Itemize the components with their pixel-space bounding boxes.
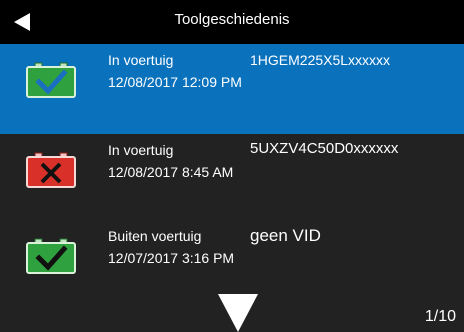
item-location: Buiten voertuig	[108, 228, 202, 244]
battery-check-icon	[26, 62, 76, 98]
item-location: In voertuig	[108, 52, 174, 68]
triangle-down-icon[interactable]	[218, 294, 258, 332]
footer-bar: 1/10	[0, 290, 464, 332]
item-datetime: 12/08/2017 12:09 PM	[108, 74, 242, 90]
page-title: Toolgeschiedenis	[174, 11, 290, 28]
item-vid: 5UXZV4C50D0xxxxxx	[250, 140, 399, 157]
item-datetime: 12/08/2017 8:45 AM	[108, 164, 234, 180]
history-item[interactable]: In voertuig 5UXZV4C50D0xxxxxx 12/08/2017…	[0, 134, 464, 220]
item-vid: geen VID	[250, 226, 321, 245]
item-vid: 1HGEM225X5Lxxxxxx	[250, 52, 391, 68]
battery-check-icon	[26, 238, 76, 274]
page-indicator: 1/10	[424, 308, 456, 325]
battery-x-icon	[26, 152, 76, 188]
header-bar: Toolgeschiedenis	[0, 0, 464, 44]
item-datetime: 12/07/2017 3:16 PM	[108, 250, 235, 266]
item-location: In voertuig	[108, 142, 174, 158]
history-item[interactable]: In voertuig 1HGEM225X5Lxxxxxx 12/08/2017…	[0, 44, 464, 134]
